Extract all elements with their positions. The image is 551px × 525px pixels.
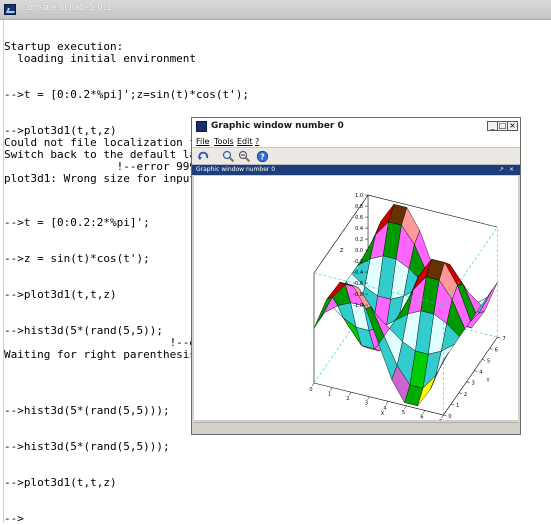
axes-panel-title: Graphic window number 0 [196, 166, 276, 173]
x-tick-label: 1 [328, 392, 331, 398]
z-tick-label: -0.8 [353, 292, 363, 298]
z-tick-label: 0.0 [355, 248, 363, 254]
y-axis: 01234567 Y [443, 336, 506, 420]
y-tick [458, 392, 462, 395]
surface-plot[interactable]: 1.0 0.8 0.6 0.4 0.2 0.0 -0.2 -0.4 -0.6 -0.8 -1.0 Z 0… [194, 176, 518, 425]
rotate-icon[interactable] [197, 150, 210, 163]
y-tick-label: 0 [448, 414, 451, 420]
graphic-window-title: Graphic window number 0 [211, 121, 344, 131]
help-icon[interactable]: ? [256, 150, 269, 163]
graphic-window-menubar: File Tools Edit ? [192, 136, 520, 148]
unzoom-icon[interactable] [238, 150, 251, 163]
z-tick-label: 0.6 [355, 215, 363, 221]
menu-help[interactable]: ? [255, 136, 259, 147]
z-axis-label: Z [340, 248, 344, 254]
x-tick [404, 405, 407, 410]
console-line: -->plot3d1(t,t,z) [4, 476, 117, 489]
menu-file[interactable]: File [196, 136, 209, 147]
z-tick-label: -0.6 [353, 281, 363, 287]
close-button[interactable]: × [507, 121, 518, 131]
scilab-console-icon [4, 4, 16, 15]
svg-text:?: ? [260, 152, 265, 161]
x-tick [348, 392, 352, 396]
menu-edit[interactable]: Edit [237, 136, 253, 147]
x-tick-label: 6 [420, 414, 423, 420]
z-tick-label: -0.4 [353, 270, 363, 276]
console-line: Waiting for right parenthesis. [4, 348, 203, 361]
surface-facet [313, 296, 333, 329]
console-line: -->plot3d1(t,t,z) [4, 288, 117, 301]
console-line: -->hist3d(5*(rand(5,5))); [4, 440, 170, 453]
graphic-window-status-bar [194, 422, 518, 432]
z-tick-label: 1.0 [355, 193, 363, 199]
y-axis-label: Y [485, 378, 490, 384]
z-tick-label: 0.4 [355, 226, 363, 232]
z-tick-label: -1.0 [353, 303, 363, 309]
y-tick-label: 6 [495, 347, 498, 353]
panel-close-icon[interactable]: × [509, 165, 514, 175]
console-title-bar: Console scilab-5.0.3 [0, 0, 551, 20]
z-tick-label: 0.2 [355, 237, 363, 243]
scilab-window-icon [196, 121, 207, 132]
graphic-window-toolbar: ? [192, 148, 520, 165]
x-tick [385, 401, 389, 405]
x-tick-label: 0 [309, 387, 312, 393]
y-tick-label: 1 [456, 403, 459, 409]
surface [313, 203, 498, 407]
axes-panel-header: Graphic window number 0 ↗ × [192, 165, 520, 175]
graphic-window[interactable]: Graphic window number 0 _ □ × File Tools… [191, 117, 521, 435]
y-tick [451, 403, 455, 406]
console-line: -->t = [0:0.2:2*%pi]'; [4, 216, 150, 229]
z-tick-label: -0.2 [353, 259, 363, 265]
y-tick-label: 4 [479, 370, 482, 376]
y-tick [474, 370, 478, 372]
plot-canvas[interactable]: 1.0 0.8 0.6 0.4 0.2 0.0 -0.2 -0.4 -0.6 -0.8 -1.0 Z 0… [194, 176, 518, 425]
y-tick [466, 381, 470, 383]
console-line: -->t = [0:0.2*%pi]';z=sin(t)*cos(t'); [4, 88, 250, 101]
undock-icon[interactable]: ↗ [499, 165, 504, 175]
x-tick-label: 3 [365, 401, 368, 407]
console-line: -->hist3d(5*(rand(5,5))); [4, 404, 170, 417]
x-tick-label: 5 [402, 410, 405, 416]
menu-tools[interactable]: Tools [214, 136, 234, 147]
x-tick [330, 387, 333, 391]
console-title: Console scilab-5.0.3 [21, 3, 112, 13]
console-line: loading initial environment [4, 52, 197, 65]
x-tick-label: 7 [439, 419, 442, 420]
y-tick [443, 414, 447, 417]
y-tick [481, 359, 486, 361]
x-tick [367, 396, 370, 400]
y-tick-label: 7 [502, 336, 505, 342]
graphic-window-title-bar[interactable]: Graphic window number 0 _ □ × [192, 118, 520, 136]
zoom-icon[interactable] [222, 150, 235, 163]
y-tick-label: 3 [472, 381, 475, 387]
x-tick [311, 382, 315, 387]
x-tick [441, 414, 444, 419]
y-tick [497, 336, 501, 339]
x-axis-label: X [381, 411, 385, 417]
console-line: --> [4, 512, 24, 525]
x-tick [422, 410, 426, 414]
y-tick-label: 5 [487, 358, 490, 364]
z-tick-label: 0.8 [355, 204, 363, 210]
console-line: -->z = sin(t)*cos(t'); [4, 252, 150, 265]
y-tick-label: 2 [464, 392, 467, 398]
x-tick-label: 2 [346, 396, 349, 402]
y-tick [489, 348, 493, 350]
